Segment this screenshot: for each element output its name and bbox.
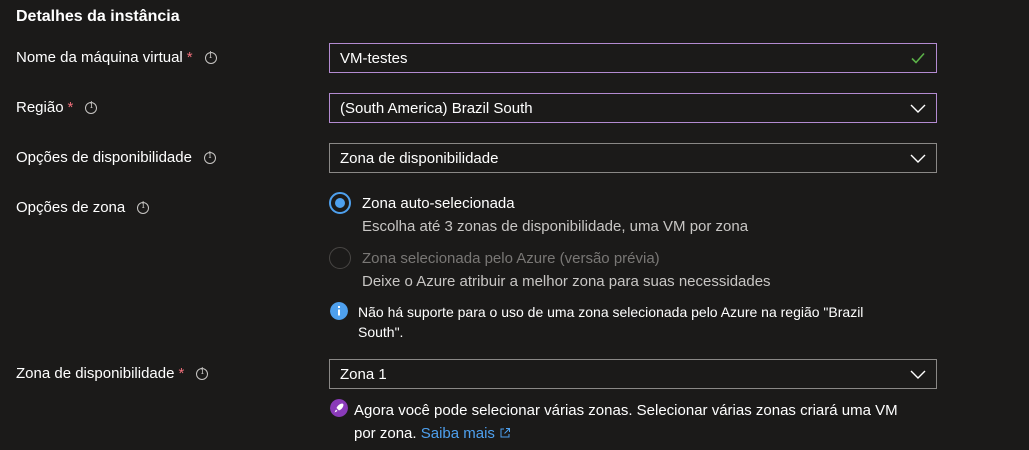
radio-auto-desc: Escolha até 3 zonas de disponibilidade, … [362, 218, 749, 235]
vm-name-label-text: Nome da máquina virtual [16, 49, 183, 66]
chevron-down-icon [910, 104, 926, 113]
learn-more-link[interactable]: Saiba mais [421, 425, 511, 442]
availability-zone-value: Zona 1 [340, 365, 387, 383]
azure-zone-notice-line1: Não há suporte para o uso de uma zona se… [358, 304, 864, 320]
multi-zone-notice-line2: por zona. [354, 425, 417, 442]
availability-options-label-text: Opções de disponibilidade [16, 149, 192, 166]
checkmark-icon [911, 52, 925, 64]
radio-auto-selected-zone[interactable] [329, 192, 351, 214]
required-marker: * [178, 365, 185, 382]
info-filled-icon [330, 302, 348, 320]
radio-azure-selected-zone[interactable] [329, 247, 351, 269]
vm-name-input[interactable]: VM-testes [329, 43, 937, 73]
region-select[interactable]: (South America) Brazil South [329, 93, 937, 123]
region-label: Região * [16, 99, 98, 116]
zone-options-label: Opções de zona [16, 199, 150, 216]
info-icon[interactable] [204, 51, 217, 64]
azure-zone-notice-line2: South". [358, 324, 404, 340]
availability-zone-label: Zona de disponibilidade * [16, 365, 209, 382]
info-icon[interactable] [137, 201, 150, 214]
chevron-down-icon [910, 154, 926, 163]
info-icon[interactable] [196, 367, 209, 380]
external-link-icon [500, 428, 511, 438]
region-label-text: Região [16, 99, 64, 116]
availability-options-value: Zona de disponibilidade [340, 149, 499, 167]
vm-name-label: Nome da máquina virtual * [16, 49, 217, 66]
vm-name-value: VM-testes [340, 49, 408, 67]
availability-zone-select[interactable]: Zona 1 [329, 359, 937, 389]
section-title: Detalhes da instância [16, 8, 180, 25]
radio-azure-desc: Deixe o Azure atribuir a melhor zona par… [362, 273, 771, 290]
rocket-icon [330, 399, 348, 417]
multi-zone-notice: Agora você pode selecionar várias zonas.… [354, 399, 954, 445]
zone-options-label-text: Opções de zona [16, 199, 126, 216]
required-marker: * [186, 49, 193, 66]
radio-azure-title: Zona selecionada pelo Azure (versão prév… [362, 250, 660, 267]
info-icon[interactable] [85, 101, 98, 114]
chevron-down-icon [910, 370, 926, 379]
multi-zone-notice-line1: Agora você pode selecionar várias zonas.… [354, 402, 898, 419]
info-icon[interactable] [203, 151, 216, 164]
learn-more-text[interactable]: Saiba mais [421, 425, 495, 442]
azure-zone-notice: Não há suporte para o uso de uma zona se… [358, 302, 958, 342]
availability-options-select[interactable]: Zona de disponibilidade [329, 143, 937, 173]
availability-zone-label-text: Zona de disponibilidade [16, 365, 175, 382]
availability-options-label: Opções de disponibilidade [16, 149, 216, 166]
radio-auto-title: Zona auto-selecionada [362, 195, 515, 212]
required-marker: * [67, 99, 74, 116]
multi-zone-notice-line2-wrap: por zona. Saiba mais [354, 422, 954, 445]
region-value: (South America) Brazil South [340, 99, 533, 117]
